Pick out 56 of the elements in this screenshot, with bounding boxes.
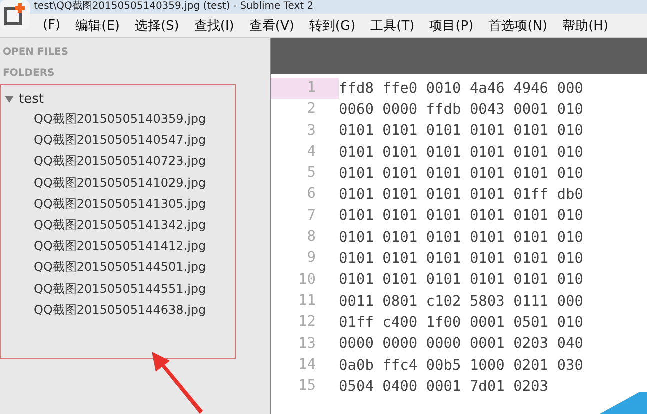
file-item[interactable]: QQ截图20150505140723.jpg bbox=[1, 151, 235, 173]
code-line: 0101 0101 0101 0101 0101 010 bbox=[339, 230, 584, 246]
menu-item[interactable]: 查找(I) bbox=[187, 16, 242, 34]
file-item[interactable]: QQ截图20150505144501.jpg bbox=[1, 257, 235, 278]
line-number: 1 bbox=[271, 78, 339, 100]
file-item[interactable]: QQ截图20150505141305.jpg bbox=[1, 194, 235, 215]
menu-item[interactable]: 首选项(N) bbox=[482, 16, 556, 34]
code-line: 0101 0101 0101 0101 0101 010 bbox=[339, 123, 584, 140]
disclosure-triangle-icon[interactable] bbox=[5, 94, 14, 104]
code-line: 01ff c400 1f00 0001 0501 010 bbox=[339, 314, 584, 331]
line-number: 11 bbox=[298, 292, 317, 311]
code-line: 0a0b ffc4 00b5 1000 0201 030 bbox=[339, 358, 584, 374]
menu-item[interactable]: 编辑(E) bbox=[68, 16, 128, 34]
line-number: 10 bbox=[298, 270, 317, 290]
file-item[interactable]: QQ截图20150505141029.jpg bbox=[1, 172, 235, 194]
line-number: 6 bbox=[306, 185, 317, 204]
code-line: 0011 0801 c102 5803 0111 000 bbox=[339, 294, 584, 310]
line-number: 5 bbox=[306, 164, 317, 184]
code-line: 0101 0101 0101 0101 0101 010 bbox=[339, 272, 584, 288]
menu-item[interactable]: 帮助(H) bbox=[556, 16, 617, 34]
code-line: ffd8 ffe0 0010 4a46 4946 000 bbox=[339, 80, 584, 97]
menu-item[interactable]: 查看(V) bbox=[242, 16, 302, 34]
menu-item[interactable]: (F) bbox=[36, 18, 69, 33]
code-line: 0000 0000 0000 0001 0203 040 bbox=[339, 336, 584, 352]
line-number: 9 bbox=[306, 249, 317, 268]
line-number: 14 bbox=[298, 356, 317, 375]
file-item[interactable]: QQ截图20150505144638.jpg bbox=[1, 300, 235, 321]
code-line: 0504 0400 0001 7d01 0203 bbox=[339, 378, 549, 395]
file-item[interactable]: QQ截图20150505140547.jpg bbox=[1, 130, 235, 152]
line-number: 4 bbox=[306, 142, 317, 162]
line-number: 7 bbox=[306, 206, 317, 226]
corner-shape bbox=[600, 392, 647, 414]
folder-name[interactable]: test bbox=[19, 92, 44, 106]
code-line: 0101 0101 0101 0101 0101 010 bbox=[339, 166, 584, 182]
sidebar-heading: FOLDERS bbox=[2, 67, 56, 81]
line-number: 12 bbox=[298, 313, 317, 332]
code-line: 0101 0101 0101 0101 0101 010 bbox=[339, 144, 584, 161]
line-number: 2 bbox=[306, 100, 317, 120]
file-item[interactable]: QQ截图20150505140359.jpg bbox=[1, 109, 235, 130]
menu-item[interactable]: 选择(S) bbox=[128, 16, 188, 34]
code-line: 0101 0101 0101 0101 01ff db0 bbox=[339, 187, 584, 204]
code-line: 0101 0101 0101 0101 0101 010 bbox=[339, 251, 584, 268]
menu-item[interactable]: 项目(P) bbox=[422, 16, 482, 34]
menu-item[interactable]: 工具(T) bbox=[364, 16, 423, 34]
line-number: 8 bbox=[306, 228, 317, 248]
window-title: test\QQ截图20150505140359.jpg (test) - Sublime Text 2 bbox=[34, 1, 314, 13]
line-number: 13 bbox=[298, 334, 317, 354]
file-item[interactable]: QQ截图20150505141342.jpg bbox=[1, 214, 235, 236]
line-number: 15 bbox=[298, 377, 317, 396]
sidebar-heading: OPEN FILES bbox=[2, 46, 70, 60]
code-line: 0101 0101 0101 0101 0101 010 bbox=[339, 208, 584, 224]
line-number: 3 bbox=[306, 122, 317, 141]
menu-item[interactable]: 转到(G) bbox=[302, 16, 364, 34]
file-item[interactable]: QQ截图20150505141412.jpg bbox=[1, 236, 235, 258]
code-line: 0060 0000 ffdb 0043 0001 010 bbox=[339, 102, 584, 118]
file-item[interactable]: QQ截图20150505144551.jpg bbox=[1, 278, 235, 300]
